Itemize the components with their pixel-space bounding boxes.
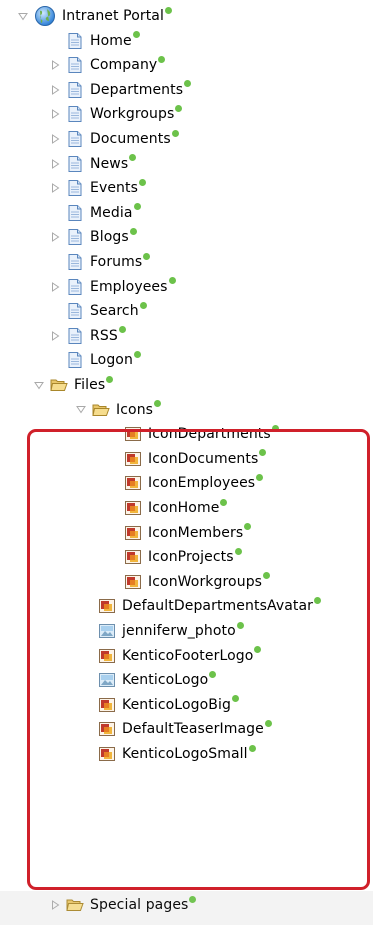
expand-arrow-icon[interactable] (50, 183, 60, 194)
published-status-dot (164, 6, 172, 14)
published-status-dot (168, 277, 176, 285)
tree-node-rss[interactable]: RSS (50, 325, 126, 347)
node-label: Forums (90, 254, 143, 270)
page-icon (66, 351, 84, 369)
page-icon (66, 81, 84, 99)
tree-node-departments[interactable]: Departments (50, 79, 192, 101)
content-tree: Intranet Portal Home Company Departments Wor… (0, 0, 373, 925)
folder-icon (50, 376, 68, 394)
node-label: Files (74, 377, 106, 393)
tree-node-icons[interactable]: Icons (76, 399, 162, 421)
published-status-dot (129, 154, 137, 162)
node-label: Employees (90, 278, 168, 295)
tree-node-home[interactable]: Home (50, 30, 140, 52)
published-status-dot (132, 31, 140, 39)
tree-node-employees[interactable]: Employees (50, 276, 176, 298)
node-label: Media (90, 204, 133, 221)
tree-node-workgroups[interactable]: Workgroups (50, 103, 183, 125)
published-status-dot (139, 301, 147, 309)
published-status-dot (175, 104, 183, 112)
node-label: Company (90, 57, 158, 74)
page-icon (66, 32, 84, 50)
page-icon (66, 204, 84, 222)
expand-arrow-icon[interactable] (50, 109, 60, 120)
expand-arrow-icon[interactable] (50, 84, 60, 95)
page-icon (66, 179, 84, 197)
globe-icon (34, 5, 56, 27)
published-status-dot (133, 203, 141, 211)
node-label: Icons (116, 401, 154, 418)
published-status-dot (154, 400, 162, 408)
expand-arrow-icon[interactable] (50, 232, 60, 243)
page-icon (66, 302, 84, 320)
tree-node-news[interactable]: News (50, 153, 137, 175)
published-status-dot (106, 375, 114, 383)
page-icon (66, 278, 84, 296)
expand-arrow-icon[interactable] (50, 281, 60, 292)
expand-arrow-icon[interactable] (50, 60, 60, 71)
tree-node-blogs[interactable]: Blogs (50, 226, 137, 248)
page-icon (66, 56, 84, 74)
node-label: Documents (90, 131, 171, 147)
highlight-box (27, 429, 370, 890)
node-label: Logon (90, 352, 133, 369)
tree-node-company[interactable]: Company (50, 54, 166, 76)
folder-icon (66, 896, 84, 914)
tree-node-forums[interactable]: Forums (50, 251, 151, 273)
tree-node-special-pages[interactable]: Special pages (50, 894, 197, 916)
tree-node-search[interactable]: Search (50, 300, 147, 322)
expand-arrow-icon[interactable] (50, 158, 60, 169)
page-icon (66, 105, 84, 123)
node-label: Departments (90, 81, 184, 98)
node-label: Search (90, 303, 139, 320)
page-icon (66, 253, 84, 271)
tree-node-documents[interactable]: Documents (50, 128, 179, 150)
page-icon (66, 327, 84, 345)
expand-arrow-icon[interactable] (50, 900, 60, 910)
folder-icon (92, 401, 110, 419)
tree-node-media[interactable]: Media (50, 202, 141, 224)
tree-node-logon[interactable]: Logon (50, 349, 141, 371)
published-status-dot (171, 129, 179, 137)
collapse-arrow-icon[interactable] (76, 405, 86, 415)
tree-node-files[interactable]: Files (34, 374, 114, 396)
tree-node-intranet-portal[interactable]: Intranet Portal (18, 5, 172, 27)
expand-arrow-icon[interactable] (50, 134, 60, 144)
published-status-dot (129, 227, 137, 235)
node-label: RSS (90, 327, 118, 344)
tree-node-events[interactable]: Events (50, 177, 147, 199)
published-status-dot (139, 178, 147, 186)
published-status-dot (184, 80, 192, 88)
page-icon (66, 155, 84, 173)
node-label: Intranet Portal (62, 8, 164, 24)
node-label: Special pages (90, 897, 189, 913)
published-status-dot (133, 350, 141, 358)
published-status-dot (189, 895, 197, 903)
page-icon (66, 228, 84, 246)
collapse-arrow-icon[interactable] (34, 380, 44, 390)
expand-arrow-icon[interactable] (50, 330, 60, 341)
published-status-dot (158, 55, 166, 63)
collapse-arrow-icon[interactable] (18, 11, 28, 21)
node-label: News (90, 155, 129, 172)
node-label: Home (90, 32, 132, 49)
node-label: Events (90, 180, 139, 197)
published-status-dot (143, 252, 151, 260)
node-label: Workgroups (90, 106, 175, 123)
published-status-dot (118, 326, 126, 334)
node-label: Blogs (90, 229, 129, 246)
page-icon (66, 130, 84, 148)
